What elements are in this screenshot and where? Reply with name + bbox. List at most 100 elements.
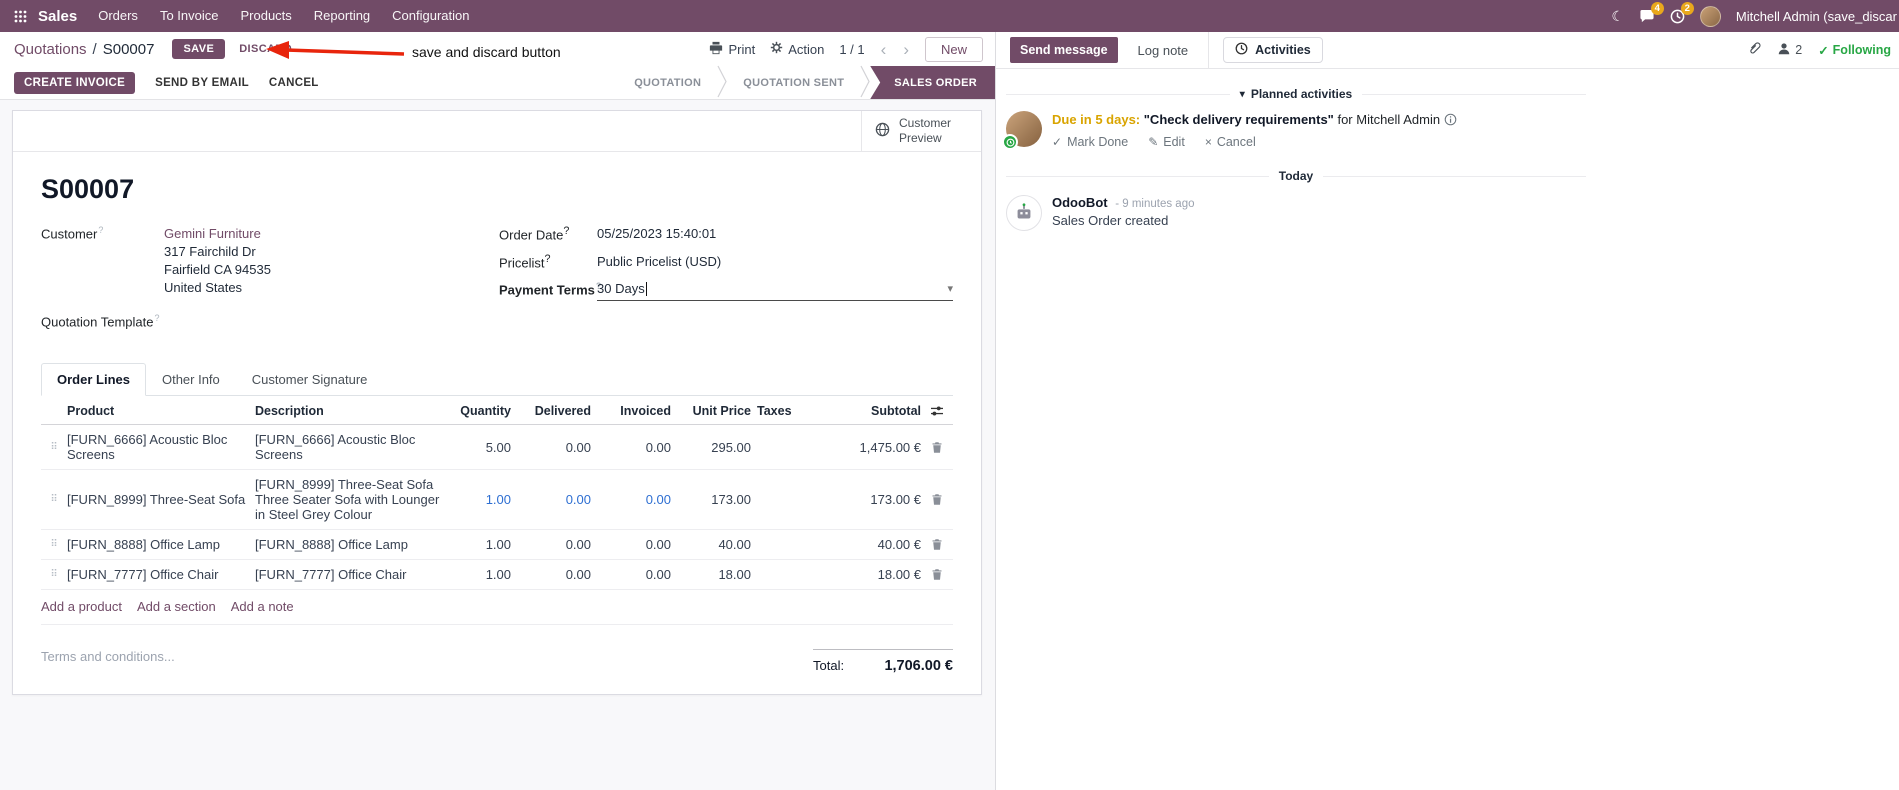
col-product[interactable]: Product: [67, 404, 255, 418]
optional-columns-icon[interactable]: [921, 405, 953, 417]
tab-customer-signature[interactable]: Customer Signature: [236, 363, 384, 396]
order-line-delivered[interactable]: 0.00: [511, 440, 591, 455]
order-line-description[interactable]: [FURN_8888] Office Lamp: [255, 537, 449, 552]
add-note-link[interactable]: Add a note: [231, 599, 294, 614]
log-note-button[interactable]: Log note: [1138, 43, 1189, 58]
order-line-delivered[interactable]: 0.00: [511, 567, 591, 582]
col-invoiced[interactable]: Invoiced: [591, 404, 671, 418]
order-line-delivered[interactable]: 0.00: [511, 492, 591, 507]
cancel-activity-button[interactable]: × Cancel: [1205, 135, 1256, 149]
order-line-quantity[interactable]: 1.00: [449, 492, 511, 507]
order-line-quantity[interactable]: 5.00: [449, 440, 511, 455]
app-title[interactable]: Sales: [34, 8, 87, 25]
order-line-row[interactable]: ⠿ [FURN_6666] Acoustic Bloc Screens [FUR…: [41, 425, 953, 471]
customer-link[interactable]: Gemini Furniture: [164, 226, 261, 241]
order-line-invoiced[interactable]: 0.00: [591, 567, 671, 582]
breadcrumb-quotations[interactable]: Quotations: [14, 41, 87, 58]
terms-placeholder[interactable]: Terms and conditions...: [41, 649, 175, 664]
order-line-row[interactable]: ⠿ [FURN_8888] Office Lamp [FURN_8888] Of…: [41, 530, 953, 561]
order-line-unit-price[interactable]: 40.00: [671, 537, 751, 552]
action-button[interactable]: Action: [770, 41, 824, 57]
order-line-delivered[interactable]: 0.00: [511, 537, 591, 552]
dark-mode-icon[interactable]: ☾: [1611, 8, 1624, 25]
messages-icon[interactable]: 4: [1639, 1, 1664, 24]
order-date-value[interactable]: 05/25/2023 15:40:01: [597, 225, 716, 243]
col-unit-price[interactable]: Unit Price: [671, 404, 751, 418]
delete-line-icon[interactable]: [921, 568, 953, 581]
user-avatar[interactable]: [1699, 5, 1721, 27]
order-line-unit-price[interactable]: 18.00: [671, 567, 751, 582]
delete-line-icon[interactable]: [921, 441, 953, 454]
followers-button[interactable]: 2: [1777, 42, 1802, 59]
message-author[interactable]: OdooBot: [1052, 195, 1108, 210]
pricelist-value[interactable]: Public Pricelist (USD): [597, 253, 721, 271]
add-product-link[interactable]: Add a product: [41, 599, 122, 614]
mark-done-button[interactable]: ✓ Mark Done: [1052, 135, 1128, 149]
order-line-row[interactable]: ⠿ [FURN_7777] Office Chair [FURN_7777] O…: [41, 560, 953, 591]
menu-products[interactable]: Products: [229, 0, 302, 32]
tab-order-lines[interactable]: Order Lines: [41, 363, 146, 397]
create-invoice-button[interactable]: CREATE INVOICE: [14, 71, 136, 94]
order-line-row[interactable]: ⠿ [FURN_8999] Three-Seat Sofa [FURN_8999…: [41, 470, 953, 531]
activities-tab[interactable]: Activities: [1223, 37, 1323, 63]
info-icon[interactable]: [1444, 113, 1457, 129]
order-line-unit-price[interactable]: 173.00: [671, 492, 751, 507]
edit-activity-button[interactable]: ✎ Edit: [1148, 135, 1185, 149]
order-line-invoiced[interactable]: 0.00: [591, 492, 671, 507]
order-line-quantity[interactable]: 1.00: [449, 567, 511, 582]
new-button[interactable]: New: [924, 36, 983, 62]
send-by-email-button[interactable]: SEND BY EMAIL: [155, 77, 249, 89]
order-line-unit-price[interactable]: 295.00: [671, 440, 751, 455]
add-section-link[interactable]: Add a section: [137, 599, 216, 614]
order-line-quantity[interactable]: 1.00: [449, 537, 511, 552]
print-button[interactable]: Print: [709, 41, 755, 58]
col-description[interactable]: Description: [255, 404, 449, 418]
order-line-product[interactable]: [FURN_6666] Acoustic Bloc Screens: [67, 432, 255, 462]
col-delivered[interactable]: Delivered: [511, 404, 591, 418]
odoobot-avatar[interactable]: [1006, 195, 1042, 232]
attachments-icon[interactable]: [1747, 41, 1761, 59]
menu-orders[interactable]: Orders: [87, 0, 149, 32]
activities-systray-icon[interactable]: 2: [1670, 1, 1694, 24]
order-line-invoiced[interactable]: 0.00: [591, 537, 671, 552]
save-button[interactable]: SAVE: [172, 39, 226, 59]
following-button[interactable]: ✓ Following: [1818, 43, 1891, 58]
state-quotation[interactable]: QUOTATION: [618, 66, 717, 99]
chevron-down-icon[interactable]: ▾: [947, 282, 953, 295]
message-body: Sales Order created: [1052, 213, 1169, 229]
order-line-invoiced[interactable]: 0.00: [591, 440, 671, 455]
customer-preview-button[interactable]: Customer Preview: [861, 111, 981, 151]
delete-line-icon[interactable]: [921, 493, 953, 506]
state-quotation-sent[interactable]: QUOTATION SENT: [727, 66, 860, 99]
col-taxes[interactable]: Taxes: [751, 404, 825, 418]
pager-next-icon[interactable]: ›: [902, 41, 910, 58]
state-sales-order[interactable]: SALES ORDER: [870, 66, 995, 99]
order-line-description[interactable]: [FURN_8999] Three-Seat Sofa Three Seater…: [255, 477, 449, 522]
planned-activities-header[interactable]: ▾ Planned activities: [1006, 87, 1586, 101]
user-name[interactable]: Mitchell Admin (save_discar: [1736, 9, 1897, 24]
order-line-product[interactable]: [FURN_7777] Office Chair: [67, 567, 255, 582]
pager-previous-icon[interactable]: ‹: [880, 41, 888, 58]
menu-reporting[interactable]: Reporting: [303, 0, 381, 32]
order-line-description[interactable]: [FURN_7777] Office Chair: [255, 567, 449, 582]
order-date-label: Order Date?: [499, 225, 570, 243]
drag-handle-icon[interactable]: ⠿: [41, 442, 67, 453]
drag-handle-icon[interactable]: ⠿: [41, 494, 67, 505]
drag-handle-icon[interactable]: ⠿: [41, 569, 67, 580]
delete-line-icon[interactable]: [921, 538, 953, 551]
order-line-product[interactable]: [FURN_8888] Office Lamp: [67, 537, 255, 552]
col-subtotal[interactable]: Subtotal: [825, 404, 921, 418]
send-message-button[interactable]: Send message: [1010, 37, 1118, 63]
menu-configuration[interactable]: Configuration: [381, 0, 480, 32]
activity-avatar[interactable]: [1002, 111, 1042, 150]
apps-menu-icon[interactable]: [6, 0, 34, 32]
cancel-button[interactable]: CANCEL: [269, 77, 319, 89]
tab-other-info[interactable]: Other Info: [146, 363, 236, 396]
order-line-product[interactable]: [FURN_8999] Three-Seat Sofa: [67, 492, 255, 507]
payment-terms-input[interactable]: 30 Days ▾: [597, 280, 953, 301]
drag-handle-icon[interactable]: ⠿: [41, 539, 67, 550]
order-line-description[interactable]: [FURN_6666] Acoustic Bloc Screens: [255, 432, 449, 462]
menu-to-invoice[interactable]: To Invoice: [149, 0, 230, 32]
discard-button[interactable]: DISCARD: [231, 39, 300, 59]
col-quantity[interactable]: Quantity: [449, 404, 511, 418]
